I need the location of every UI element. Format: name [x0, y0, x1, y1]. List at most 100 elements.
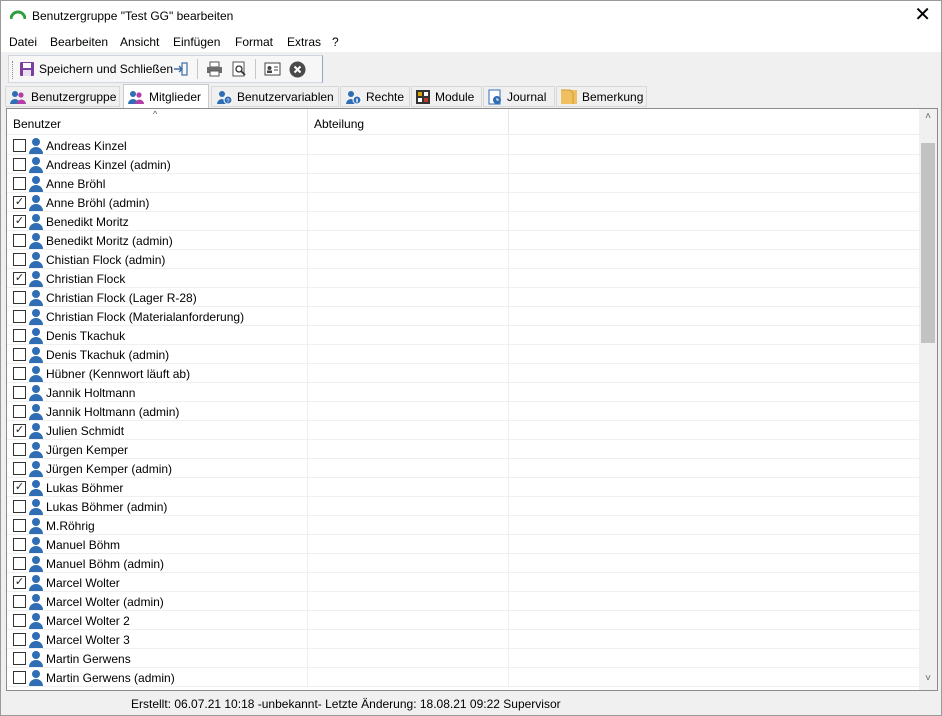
save-and-close-button[interactable]: Speichern und Schließen [19, 58, 173, 80]
list-item[interactable]: ✓ Christian Flock [7, 269, 919, 288]
column-divider [508, 478, 509, 497]
cancel-button[interactable] [289, 58, 306, 80]
user-icon [29, 480, 43, 496]
member-checkbox[interactable] [13, 557, 26, 570]
print-preview-button[interactable] [231, 58, 247, 80]
member-checkbox[interactable]: ✓ [13, 215, 26, 228]
member-checkbox[interactable] [13, 367, 26, 380]
tab-mitglieder[interactable]: Mitglieder [123, 84, 209, 108]
member-checkbox[interactable] [13, 614, 26, 627]
list-item[interactable]: Benedikt Moritz (admin) [7, 231, 919, 250]
member-checkbox[interactable] [13, 462, 26, 475]
list-item[interactable]: Andreas Kinzel [7, 136, 919, 155]
list-item[interactable]: ✓ Benedikt Moritz [7, 212, 919, 231]
member-name: Julien Schmidt [46, 424, 125, 438]
member-checkbox[interactable] [13, 519, 26, 532]
list-item[interactable]: Marcel Wolter (admin) [7, 592, 919, 611]
list-item[interactable]: Denis Tkachuk [7, 326, 919, 345]
members-list[interactable]: Benutzer ^ Abteilung Andreas Kinzel Andre… [6, 108, 938, 691]
member-checkbox[interactable] [13, 633, 26, 646]
list-item[interactable]: Martin Gerwens [7, 649, 919, 668]
member-checkbox[interactable] [13, 291, 26, 304]
member-checkbox[interactable]: ✓ [13, 196, 26, 209]
list-item[interactable]: Marcel Wolter 3 [7, 630, 919, 649]
member-checkbox[interactable] [13, 139, 26, 152]
member-checkbox[interactable] [13, 652, 26, 665]
list-item[interactable]: Jürgen Kemper [7, 440, 919, 459]
list-item[interactable]: ✓ Julien Schmidt [7, 421, 919, 440]
vertical-scrollbar[interactable]: ˄ ˅ [919, 109, 937, 690]
list-item[interactable]: ✓ Anne Bröhl (admin) [7, 193, 919, 212]
tab-benutzervariablen[interactable]: ? Benutzervariablen [211, 86, 339, 107]
list-item[interactable]: Lukas Böhmer (admin) [7, 497, 919, 516]
list-item[interactable]: Marcel Wolter 2 [7, 611, 919, 630]
menu-einfuegen[interactable]: Einfügen [173, 35, 220, 49]
list-item[interactable]: Chistian Flock (admin) [7, 250, 919, 269]
scroll-down-button[interactable]: ˅ [919, 673, 937, 690]
tab-journal[interactable]: Journal [483, 86, 555, 107]
menu-bearbeiten[interactable]: Bearbeiten [50, 35, 108, 49]
tab-rechte[interactable]: Rechte [340, 86, 410, 107]
member-name: Marcel Wolter (admin) [46, 595, 164, 609]
menu-datei[interactable]: Datei [9, 35, 37, 49]
member-checkbox[interactable] [13, 329, 26, 342]
member-checkbox[interactable] [13, 253, 26, 266]
member-checkbox[interactable]: ✓ [13, 272, 26, 285]
column-divider [508, 459, 509, 478]
user-icon [29, 328, 43, 344]
menu-format[interactable]: Format [235, 35, 273, 49]
exit-button[interactable] [173, 58, 189, 80]
member-checkbox[interactable] [13, 310, 26, 323]
print-button[interactable] [206, 58, 223, 80]
member-name: Manuel Böhm (admin) [46, 557, 165, 571]
list-item[interactable]: Christian Flock (Materialanforderung) [7, 307, 919, 326]
member-checkbox[interactable] [13, 405, 26, 418]
tab-label: Bemerkung [582, 89, 644, 104]
user-icon [29, 537, 43, 553]
member-checkbox[interactable] [13, 538, 26, 551]
scroll-up-button[interactable]: ˄ [919, 111, 937, 128]
list-item[interactable]: Manuel Böhm [7, 535, 919, 554]
close-button[interactable]: ✕ [914, 4, 931, 26]
column-divider [508, 497, 509, 516]
member-checkbox[interactable]: ✓ [13, 481, 26, 494]
list-item[interactable]: Andreas Kinzel (admin) [7, 155, 919, 174]
member-checkbox[interactable] [13, 348, 26, 361]
list-item[interactable]: Jannik Holtmann [7, 383, 919, 402]
member-checkbox[interactable] [13, 177, 26, 190]
column-label: Benutzer [13, 117, 62, 131]
member-checkbox[interactable] [13, 386, 26, 399]
list-item[interactable]: Denis Tkachuk (admin) [7, 345, 919, 364]
member-checkbox[interactable] [13, 500, 26, 513]
tab-module[interactable]: Module [411, 86, 482, 107]
member-checkbox[interactable] [13, 158, 26, 171]
list-item[interactable]: M.Röhrig [7, 516, 919, 535]
member-checkbox[interactable] [13, 595, 26, 608]
menu-ansicht[interactable]: Ansicht [120, 35, 159, 49]
list-item[interactable]: ✓ Marcel Wolter [7, 573, 919, 592]
member-checkbox[interactable]: ✓ [13, 576, 26, 589]
properties-button[interactable] [264, 58, 281, 80]
column-abteilung[interactable]: Abteilung [308, 109, 509, 135]
list-item[interactable]: ✓ Lukas Böhmer [7, 478, 919, 497]
list-item[interactable]: Manuel Böhm (admin) [7, 554, 919, 573]
tab-benutzergruppe[interactable]: Benutzergruppe [5, 86, 120, 107]
column-divider [307, 516, 308, 535]
menu-extras[interactable]: Extras [287, 35, 321, 49]
member-checkbox[interactable] [13, 443, 26, 456]
tab-label: Rechte [366, 89, 405, 104]
list-item[interactable]: Anne Bröhl [7, 174, 919, 193]
list-item[interactable]: Martin Gerwens (admin) [7, 668, 919, 687]
tab-bemerkung[interactable]: Bemerkung [556, 86, 647, 107]
member-checkbox[interactable] [13, 234, 26, 247]
list-item[interactable]: Christian Flock (Lager R-28) [7, 288, 919, 307]
column-benutzer[interactable]: Benutzer [7, 109, 308, 135]
list-item[interactable]: Hübner (Kennwort läuft ab) [7, 364, 919, 383]
list-item[interactable]: Jürgen Kemper (admin) [7, 459, 919, 478]
scroll-thumb[interactable] [921, 143, 935, 343]
toolbar-grip[interactable] [12, 61, 14, 79]
member-checkbox[interactable] [13, 671, 26, 684]
list-item[interactable]: Jannik Holtmann (admin) [7, 402, 919, 421]
menu-help[interactable]: ? [332, 35, 339, 49]
member-checkbox[interactable]: ✓ [13, 424, 26, 437]
